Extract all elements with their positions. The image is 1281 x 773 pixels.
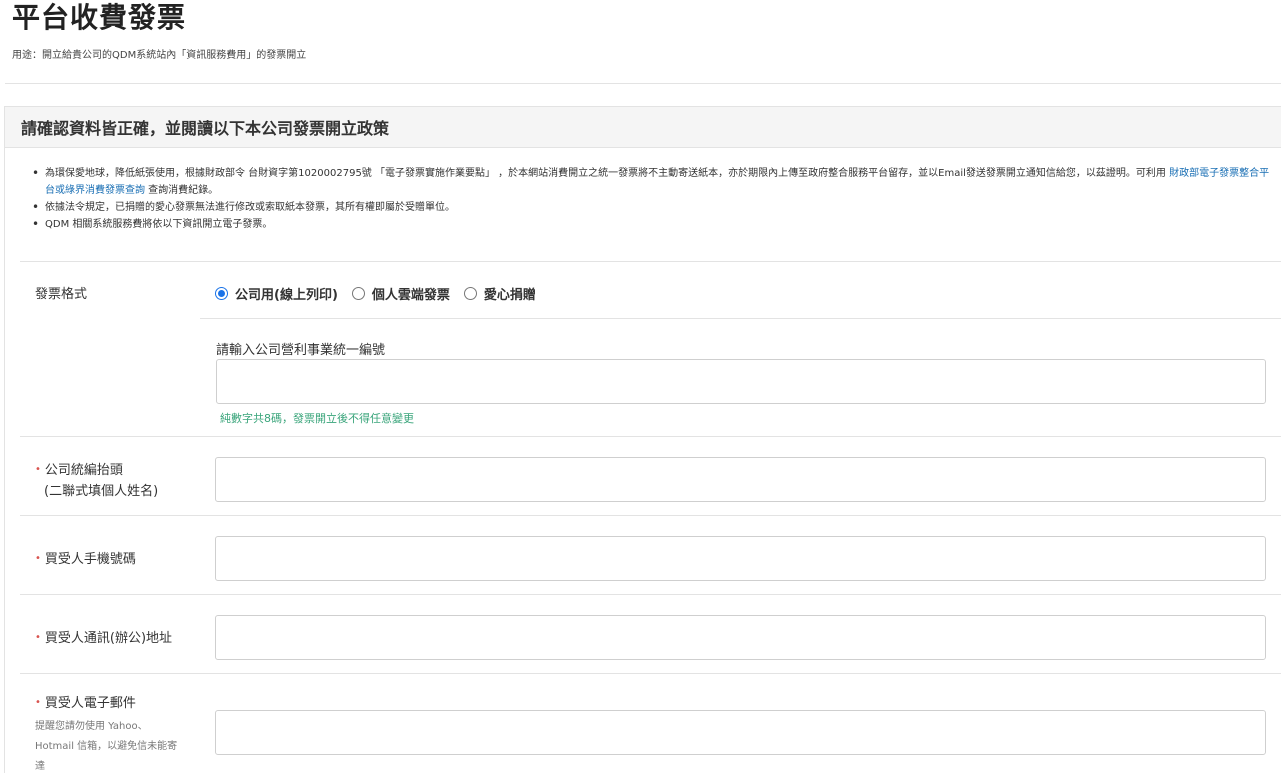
address-input[interactable] [215,615,1266,660]
email-input[interactable] [215,710,1266,755]
email-label: • 買受人電子郵件 提醒您請勿使用 Yahoo、Hotmail 信箱，以避免信未能… [35,694,185,773]
required-mark: • [35,697,41,708]
required-mark: • [35,632,41,643]
radio-donation[interactable]: 愛心捐贈 [463,284,536,303]
inner-divider [200,318,1281,319]
company-title-input[interactable] [215,457,1266,502]
invoice-format-label: 發票格式 [35,287,88,302]
company-title-row: • 公司統編抬頭 (二聯式填個人姓名) [20,437,1281,516]
radio-personal-cloud-label: 個人雲端發票 [371,288,450,303]
policy-list: 為環保愛地球，降低紙張使用，根據財政部令 台財資字第1020002795號 「電… [17,165,1279,233]
policy-item-qdm: QDM 相關系統服務費將依以下資訊開立電子發票。 [17,216,1279,233]
invoice-form: 發票格式 公司用(線上列印) 個人雲端發票 愛心捐贈 請輸入公司營利事業統一編號… [20,261,1281,773]
radio-personal-cloud[interactable]: 個人雲端發票 [351,284,450,303]
company-title-label: • 公司統編抬頭 (二聯式填個人姓名) [35,463,159,499]
top-divider [5,83,1281,84]
address-label: • 買受人通訊(辦公)地址 [35,631,173,646]
invoice-format-row: 發票格式 公司用(線上列印) 個人雲端發票 愛心捐贈 請輸入公司營利事業統一編號… [20,262,1281,437]
required-mark: • [35,464,41,475]
panel-heading: 請確認資料皆正確，並閱讀以下本公司發票開立政策 [5,107,1281,148]
phone-row: • 買受人手機號碼 [20,516,1281,595]
radio-donation-label: 愛心捐贈 [483,288,536,303]
page-title: 平台收費發票 [12,1,187,34]
panel-heading-text: 請確認資料皆正確，並閱讀以下本公司發票開立政策 [21,119,390,138]
required-mark: • [35,553,41,564]
page-subtitle: 用途：開立給貴公司的QDM系統站內「資訊服務費用」的發票開立 [12,50,307,61]
address-row: • 買受人通訊(辦公)地址 [20,595,1281,674]
policy-item-donation: 依據法令規定，已捐贈的愛心發票無法進行修改或索取紙本發票，其所有權即屬於受贈單位… [17,199,1279,216]
invoice-panel: 請確認資料皆正確，並閱讀以下本公司發票開立政策 為環保愛地球，降低紙張使用，根據… [4,106,1281,773]
radio-donation-dot[interactable] [463,287,477,300]
radio-personal-cloud-dot[interactable] [351,287,365,300]
email-row: • 買受人電子郵件 提醒您請勿使用 Yahoo、Hotmail 信箱，以避免信未能… [20,674,1281,773]
invoice-format-radios: 公司用(線上列印) 個人雲端發票 愛心捐贈 [215,284,550,303]
radio-company[interactable]: 公司用(線上列印) [215,284,338,303]
tax-id-hint: 純數字共8碼，發票開立後不得任意變更 [220,412,414,425]
email-note: 提醒您請勿使用 Yahoo、Hotmail 信箱，以避免信未能寄達 [35,721,178,772]
radio-company-label: 公司用(線上列印) [235,288,338,303]
policy-item-paperless: 為環保愛地球，降低紙張使用，根據財政部令 台財資字第1020002795號 「電… [17,165,1279,199]
radio-company-dot[interactable] [215,287,228,300]
phone-label: • 買受人手機號碼 [35,552,136,567]
tax-id-input[interactable] [216,359,1266,404]
tax-id-label: 請輸入公司營利事業統一編號 [216,343,386,358]
phone-input[interactable] [215,536,1266,581]
